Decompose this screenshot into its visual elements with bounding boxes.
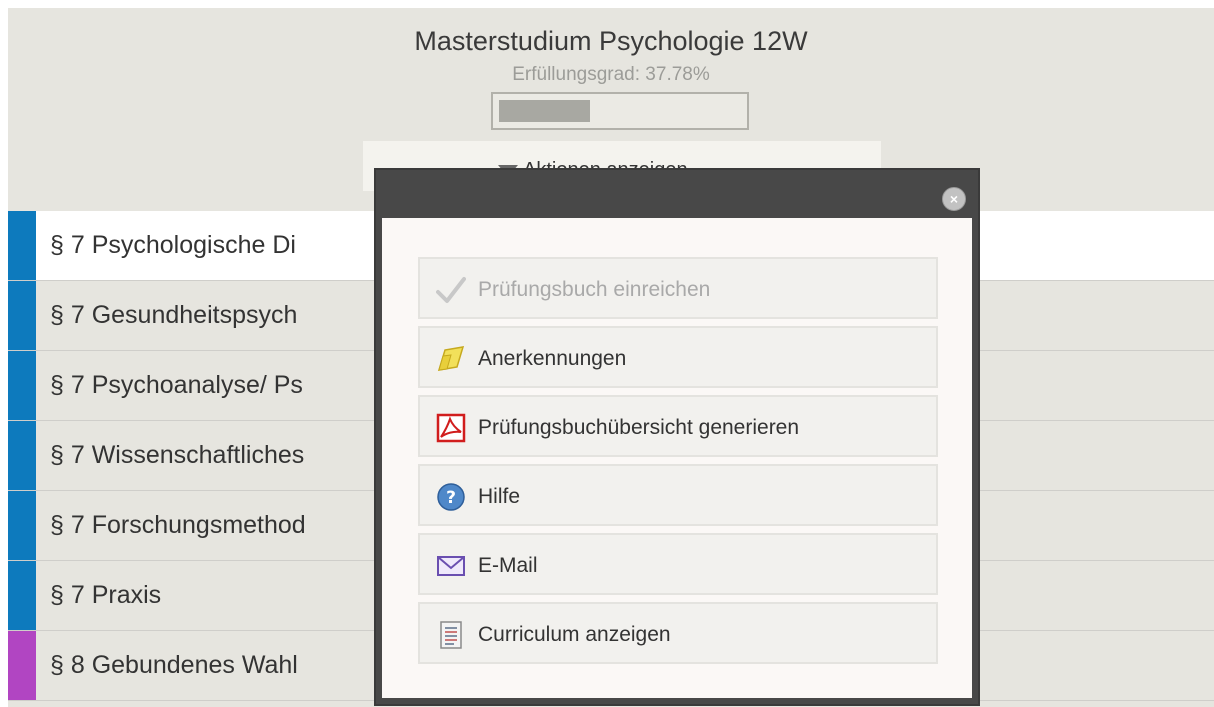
category-color-bar — [8, 351, 36, 420]
generate-overview-button[interactable]: Prüfungsbuchübersicht generieren — [418, 395, 938, 457]
category-color-bar — [8, 561, 36, 630]
recognitions-button[interactable]: Anerkennungen — [418, 326, 938, 388]
list-item-label: § 7 Wissenschaftliches — [50, 441, 305, 469]
email-button[interactable]: E-Mail — [418, 533, 938, 595]
category-color-bar — [8, 491, 36, 560]
checkmark-icon — [436, 277, 466, 303]
list-item-label: § 7 Psychologische Di — [50, 231, 296, 259]
document-icon — [440, 621, 462, 649]
close-icon[interactable]: × — [942, 187, 966, 211]
category-color-bar — [8, 281, 36, 350]
show-curriculum-label: Curriculum anzeigen — [478, 623, 671, 646]
email-label: E-Mail — [478, 554, 538, 577]
progress-fill — [499, 100, 590, 122]
category-color-bar — [8, 211, 36, 280]
show-curriculum-button[interactable]: Curriculum anzeigen — [418, 602, 938, 664]
help-button[interactable]: ? Hilfe — [418, 464, 938, 526]
fulfillment-label: Erfüllungsgrad: 37.78% — [512, 64, 710, 85]
pdf-icon — [436, 413, 466, 443]
actions-dialog-body: Prüfungsbuch einreichen Anerkennungen Pr… — [382, 218, 972, 698]
svg-text:?: ? — [446, 488, 456, 508]
list-item-label: § 7 Forschungsmethod — [50, 511, 306, 539]
page-title: Masterstudium Psychologie 12W — [414, 26, 808, 56]
folder-icon — [437, 346, 465, 371]
category-color-bar — [8, 631, 36, 700]
page: Masterstudium Psychologie 12W Erfüllungs… — [8, 8, 1214, 707]
generate-overview-label: Prüfungsbuchübersicht generieren — [478, 416, 800, 439]
actions-dialog: × Prüfungsbuch einreichen Anerkennungen — [374, 168, 980, 706]
list-item-label: § 7 Gesundheitspsych — [50, 301, 298, 329]
submit-exam-book-button[interactable]: Prüfungsbuch einreichen — [418, 257, 938, 319]
progress-bar — [491, 92, 749, 130]
list-item-label: § 8 Gebundenes Wahl — [50, 651, 298, 679]
category-color-bar — [8, 421, 36, 490]
help-label: Hilfe — [478, 485, 521, 508]
list-item-label: § 7 Praxis — [50, 581, 162, 609]
recognitions-label: Anerkennungen — [478, 347, 627, 370]
envelope-icon — [437, 556, 465, 576]
help-icon: ? — [437, 483, 465, 511]
list-item-label: § 7 Psychoanalyse/ Ps — [50, 371, 303, 399]
submit-exam-book-label: Prüfungsbuch einreichen — [478, 278, 711, 301]
